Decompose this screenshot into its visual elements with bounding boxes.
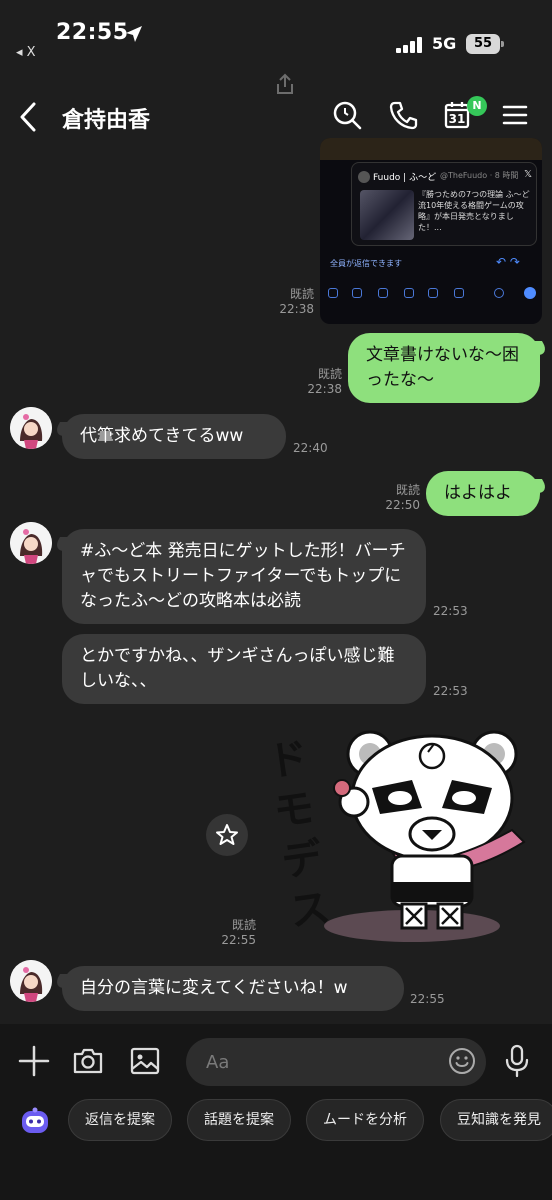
undo-redo-icon: ↶ ↷ (496, 255, 520, 269)
location-arrow-icon (126, 26, 142, 42)
message-bubble-outgoing[interactable]: 文章書けないな〜困ったな〜 (348, 333, 540, 403)
microphone-icon[interactable] (503, 1044, 531, 1078)
svg-text:ド: ド (265, 735, 311, 786)
message-text: とかですかね、、ザンギさんっぽい感じ難しいな、、 (80, 646, 395, 691)
contact-avatar[interactable] (10, 407, 52, 449)
message-bubble-incoming[interactable]: #ふ〜ど本 発売日にゲットした形！バーチャでもストリートファイターでもトップにな… (62, 529, 426, 624)
suggestion-chip-topic[interactable]: 話題を提案 (187, 1099, 291, 1141)
suggestion-chips: 返信を提案 話題を提案 ムードを分析 豆知識を発見 (0, 1099, 552, 1143)
post-text: 『勝つための7つの理論 ふ〜ど流10年使える格闘ゲームの攻略』が本日発売となりま… (418, 190, 530, 232)
message-text: #ふ〜ど本 発売日にゲットした形！バーチャでもストリートファイターでもトップにな… (80, 541, 406, 611)
message-bubble-incoming[interactable]: 代筆求めてきてるww (62, 414, 286, 459)
emoji-icon[interactable] (448, 1047, 476, 1075)
message-time: 22:53 (433, 604, 468, 618)
camera-icon[interactable] (71, 1044, 105, 1078)
back-to-app-link[interactable]: ◂ X (16, 45, 36, 60)
back-chevron-icon[interactable] (14, 100, 44, 134)
message-bubble-incoming[interactable]: 自分の言葉に変えてくださいね！w (62, 966, 404, 1011)
suggestion-chip-mood[interactable]: ムードを分析 (306, 1099, 424, 1141)
star-icon (216, 824, 238, 845)
post-author-name: Fuudo | ふ〜ど (373, 173, 437, 183)
message-text: 文章書けないな〜困ったな〜 (366, 345, 519, 390)
message-bubble-incoming[interactable]: とかですかね、、ザンギさんっぽい感じ難しいな、、 (62, 634, 426, 704)
read-receipt: 既読 22:50 (385, 483, 420, 512)
calendar-new-badge: N (467, 96, 487, 116)
read-receipt: 既読 22:38 (307, 367, 342, 396)
sticker-message[interactable]: ド モ デ ス (262, 718, 540, 944)
suggestion-chip-reply[interactable]: 返信を提案 (68, 1099, 172, 1141)
svg-text:ス: ス (287, 885, 333, 936)
status-bar: 22:55 ◂ X 5G 55 (0, 0, 552, 72)
post-thumbnail (360, 190, 414, 240)
screenshot-image-message[interactable]: Fuudo | ふ〜ど @TheFuudo · 8 時間 𝕏 『勝つための7つの… (320, 138, 542, 324)
screenshot-send-dot (524, 287, 536, 299)
signal-bars-icon (396, 37, 422, 53)
status-time: 22:55 (56, 20, 129, 45)
network-type: 5G (432, 34, 457, 53)
phone-icon[interactable] (386, 98, 420, 132)
message-text: 代筆求めてきてるww (80, 426, 244, 446)
read-receipt-screenshot: 既読 22:38 (279, 287, 314, 316)
image-icon[interactable] (128, 1044, 162, 1078)
favorite-sticker-button[interactable] (206, 814, 248, 856)
svg-text:デ: デ (279, 835, 325, 886)
message-time: 22:40 (293, 441, 328, 455)
x-logo-icon: 𝕏 (524, 169, 533, 180)
calendar-day: 31 (448, 112, 466, 126)
embedded-post-card: Fuudo | ふ〜ど @TheFuudo · 8 時間 𝕏 『勝つための7つの… (351, 162, 537, 246)
message-time: 22:55 (410, 992, 445, 1006)
reply-setting-text: 全員が返信できます (330, 259, 402, 268)
post-author-handle: @TheFuudo · 8 時間 (440, 171, 519, 180)
message-time: 22:53 (433, 684, 468, 698)
menu-icon[interactable] (498, 98, 532, 132)
svg-text:モ: モ (271, 785, 317, 836)
message-input[interactable] (186, 1038, 486, 1086)
search-icon[interactable] (330, 98, 364, 132)
suggestion-chip-trivia[interactable]: 豆知識を発見 (440, 1099, 552, 1141)
message-bubble-outgoing[interactable]: はよはよ (426, 471, 540, 516)
message-text: 自分の言葉に変えてくださいね！w (80, 978, 348, 998)
screenshot-toolbar (320, 282, 542, 304)
contact-avatar[interactable] (10, 960, 52, 1002)
tiger-mask-bear-sticker-image: ド モ デ ス (265, 730, 526, 942)
battery-indicator: 55 (466, 34, 504, 54)
chat-title[interactable]: 倉持由香 (62, 102, 150, 134)
contact-avatar[interactable] (10, 522, 52, 564)
screenshot-top-strip (320, 138, 542, 160)
post-author-avatar (358, 171, 370, 183)
message-text: はよはよ (444, 483, 512, 503)
plus-icon[interactable] (18, 1045, 50, 1077)
read-receipt: 既読 22:55 (221, 918, 256, 947)
